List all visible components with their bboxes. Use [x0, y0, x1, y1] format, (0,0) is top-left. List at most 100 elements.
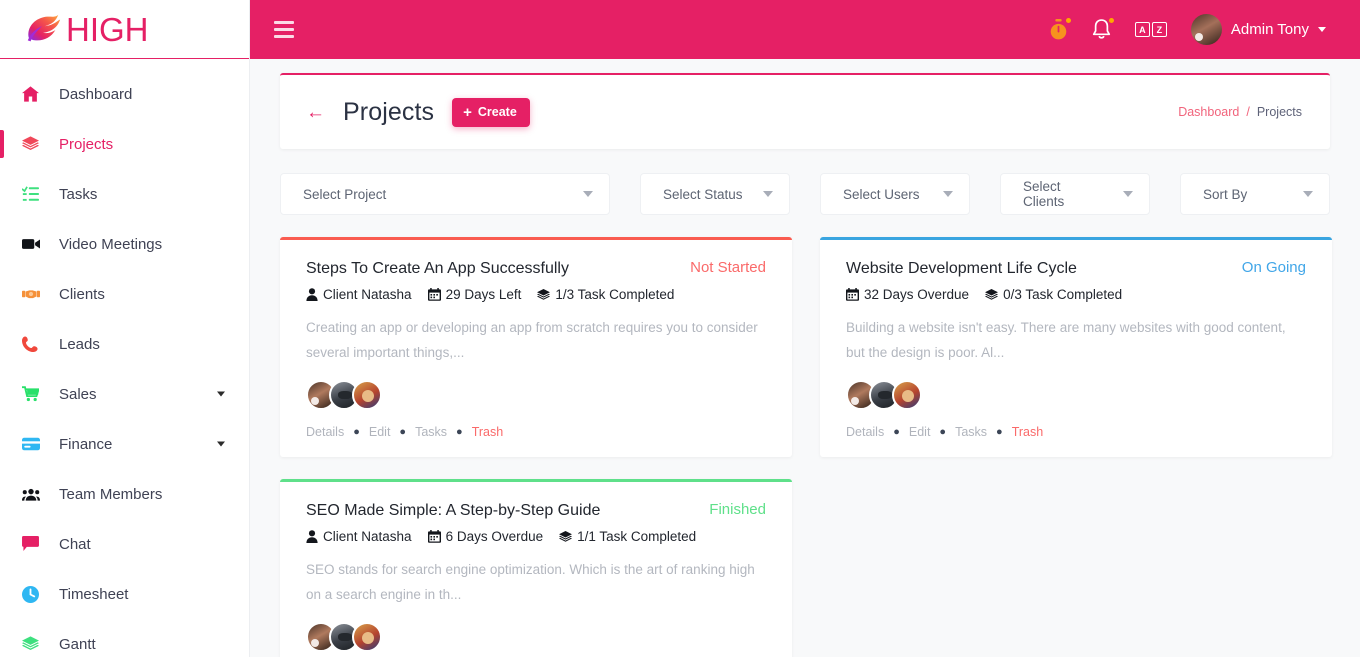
brand-logo-area[interactable]: HIGH	[0, 0, 249, 59]
project-card-header: Steps To Create An App Successfully Not …	[306, 259, 766, 278]
details-link[interactable]: Details	[306, 425, 344, 439]
select-status-label: Select Status	[663, 186, 743, 202]
chat-bubble-icon	[22, 536, 48, 552]
video-camera-icon	[22, 237, 48, 251]
sidebar-item-label: Chat	[59, 535, 91, 553]
sidebar-item-timesheet[interactable]: Timesheet	[0, 569, 249, 619]
layers-icon	[559, 530, 573, 542]
project-client-label: Client Natasha	[323, 529, 412, 545]
sidebar-item-label: Clients	[59, 285, 105, 303]
sidebar-item-clients[interactable]: Clients	[0, 269, 249, 319]
project-title: Steps To Create An App Successfully	[306, 260, 569, 277]
details-link[interactable]: Details	[846, 425, 884, 439]
filter-bar: Select Project Select Status Select User…	[280, 173, 1330, 215]
sort-by-label: Sort By	[1203, 186, 1248, 202]
status-badge: On Going	[1241, 259, 1306, 276]
project-card[interactable]: SEO Made Simple: A Step-by-Step Guide Fi…	[280, 479, 792, 657]
chevron-down-icon	[1123, 191, 1133, 197]
bell-icon[interactable]	[1092, 18, 1114, 40]
separator-dot: ●	[456, 425, 463, 438]
sidebar-item-label: Tasks	[59, 185, 98, 203]
select-clients-dropdown[interactable]: Select Clients	[1000, 173, 1150, 215]
project-meta: Client Natasha 6 Days Overdue 1/1 Task C…	[306, 529, 766, 544]
avatar[interactable]	[892, 380, 922, 411]
separator-dot: ●	[353, 425, 360, 438]
separator-dot: ●	[939, 425, 947, 438]
chevron-down-icon[interactable]	[217, 441, 225, 447]
brand-name: HIGH	[66, 10, 149, 48]
phoenix-bird-logo-icon	[22, 9, 64, 49]
sidebar-item-label: Finance	[59, 435, 113, 453]
tasks-link[interactable]: Tasks	[955, 425, 987, 439]
stopwatch-icon[interactable]	[1049, 18, 1071, 40]
project-meta: 32 Days Overdue 0/3 Task Completed	[846, 287, 1306, 302]
sidebar-item-sales[interactable]: Sales	[0, 369, 249, 419]
breadcrumb-dashboard[interactable]: Dashboard	[1178, 105, 1239, 119]
project-members	[306, 622, 766, 653]
project-description: Building a website isn't easy. There are…	[846, 320, 1286, 361]
project-title: SEO Made Simple: A Step-by-Step Guide	[306, 502, 601, 520]
sidebar-item-chat[interactable]: Chat	[0, 519, 249, 569]
project-members	[306, 380, 766, 411]
trash-link[interactable]: Trash	[472, 425, 504, 439]
sidebar-item-dashboard[interactable]: Dashboard	[0, 69, 249, 119]
project-actions: Details ● Edit ● Tasks ● Trash	[846, 425, 1306, 439]
sidebar-item-leads[interactable]: Leads	[0, 319, 249, 369]
project-client: Client Natasha	[306, 287, 412, 302]
edit-link[interactable]: Edit	[909, 425, 931, 439]
sidebar-item-label: Projects	[59, 135, 114, 153]
calendar-icon	[427, 288, 441, 301]
project-tasks: 0/3 Task Completed	[985, 287, 1122, 302]
sidebar-item-video-meetings[interactable]: Video Meetings	[0, 219, 249, 269]
create-button-label: Create	[477, 105, 517, 119]
arrow-left-icon[interactable]: ←	[306, 103, 325, 122]
translate-az-icon[interactable]: A Z	[1134, 22, 1167, 37]
project-card[interactable]: Steps To Create An App Successfully Not …	[280, 237, 792, 458]
trash-link[interactable]: Trash	[1012, 425, 1044, 439]
tasks-link[interactable]: Tasks	[415, 425, 447, 439]
project-tasks-label: 1/1 Task Completed	[577, 529, 697, 545]
page-title: Projects	[343, 97, 435, 126]
sidebar-item-tasks[interactable]: Tasks	[0, 169, 249, 219]
project-description: Creating an app or developing an app fro…	[306, 320, 758, 361]
notification-dot	[1108, 18, 1114, 23]
user-menu[interactable]: Admin Tony	[1190, 14, 1326, 45]
page-header-card: ← Projects + Create Dashboard / Projects	[280, 73, 1330, 149]
select-project-dropdown[interactable]: Select Project	[280, 173, 610, 215]
chevron-down-icon[interactable]	[1318, 27, 1326, 32]
select-status-dropdown[interactable]: Select Status	[640, 173, 790, 215]
create-button[interactable]: + Create	[452, 97, 530, 127]
edit-link[interactable]: Edit	[369, 425, 391, 439]
select-users-dropdown[interactable]: Select Users	[820, 173, 970, 215]
project-client-label: Client Natasha	[323, 287, 412, 303]
select-clients-label: Select Clients	[1023, 179, 1065, 209]
notification-dot	[1065, 18, 1071, 23]
sidebar-item-label: Timesheet	[59, 585, 129, 603]
avatar[interactable]	[352, 622, 382, 653]
sidebar-item-label: Leads	[59, 335, 100, 353]
sidebar-item-finance[interactable]: Finance	[0, 419, 249, 469]
chevron-down-icon[interactable]	[217, 391, 225, 397]
layers-icon	[985, 288, 999, 300]
projects-grid: Steps To Create An App Successfully Not …	[280, 237, 1332, 657]
sidebar-item-team-members[interactable]: Team Members	[0, 469, 249, 519]
sidebar-item-projects[interactable]: Projects	[0, 119, 249, 169]
plus-icon: +	[463, 103, 472, 121]
app-root: HIGH Dashboard Projects Tasks Video Meet…	[0, 0, 1360, 657]
separator-dot: ●	[893, 425, 900, 438]
separator-dot: ●	[996, 425, 1003, 438]
avatar	[1190, 14, 1222, 45]
project-card[interactable]: Website Development Life Cycle On Going …	[820, 237, 1332, 458]
chevron-down-icon	[943, 191, 953, 197]
project-due-label: 6 Days Overdue	[445, 529, 544, 545]
avatar[interactable]	[352, 380, 382, 411]
hamburger-icon[interactable]	[272, 17, 296, 42]
sidebar-item-gantt[interactable]: Gantt	[0, 619, 249, 657]
sort-by-dropdown[interactable]: Sort By	[1180, 173, 1330, 215]
sidebar: HIGH Dashboard Projects Tasks Video Meet…	[0, 0, 250, 657]
project-meta: Client Natasha 29 Days Left 1/3 Task Com…	[306, 287, 766, 302]
project-title: Website Development Life Cycle	[846, 260, 1077, 277]
project-due-label: 29 Days Left	[445, 287, 522, 303]
top-navbar: A Z Admin Tony	[250, 0, 1360, 59]
sidebar-item-label: Gantt	[59, 635, 96, 653]
